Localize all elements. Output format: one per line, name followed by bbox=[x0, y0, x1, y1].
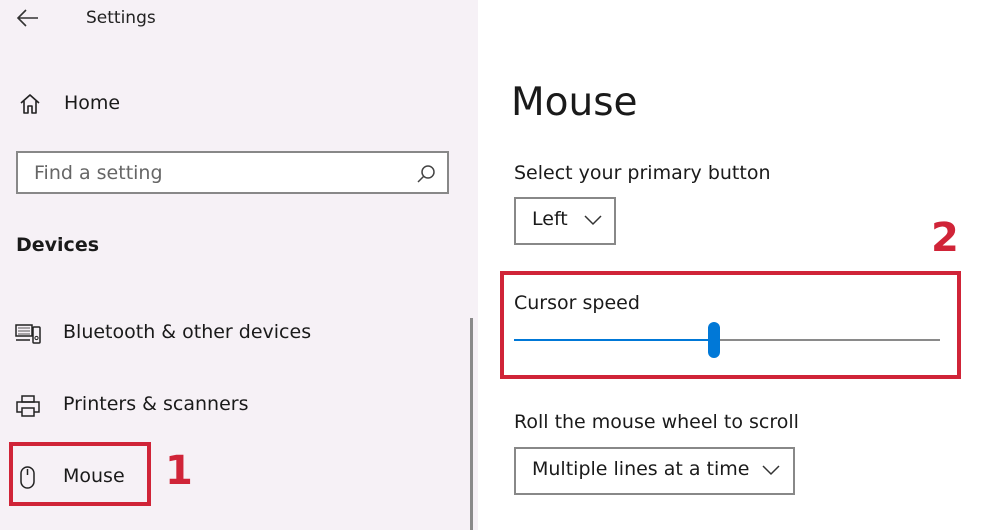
primary-button-dropdown[interactable]: Left bbox=[514, 197, 616, 245]
search-box bbox=[16, 151, 449, 194]
chevron-down-icon bbox=[584, 215, 602, 226]
scroll-wheel-dropdown[interactable]: Multiple lines at a time bbox=[514, 447, 795, 495]
search-icon[interactable] bbox=[415, 163, 437, 185]
section-heading: Devices bbox=[16, 234, 100, 256]
marker-1: 1 bbox=[165, 448, 193, 494]
slider-fill bbox=[514, 339, 714, 341]
page-title: Mouse bbox=[511, 80, 638, 125]
marker-2: 2 bbox=[931, 215, 959, 261]
home-link[interactable]: Home bbox=[64, 92, 120, 114]
window-title: Settings bbox=[86, 8, 156, 28]
dropdown-value: Left bbox=[532, 208, 568, 230]
sidebar-scrollbar[interactable] bbox=[470, 318, 473, 530]
scroll-wheel-label: Roll the mouse wheel to scroll bbox=[514, 411, 799, 433]
bluetooth-devices-icon bbox=[15, 324, 41, 344]
home-icon[interactable] bbox=[18, 92, 42, 116]
printer-icon bbox=[16, 395, 40, 417]
mouse-settings-page: Mouse Select your primary button Left 2 … bbox=[478, 0, 996, 530]
slider-thumb[interactable] bbox=[708, 322, 720, 358]
chevron-down-icon bbox=[762, 465, 780, 476]
sidebar-item-label: Bluetooth & other devices bbox=[63, 321, 312, 343]
back-arrow-icon[interactable] bbox=[14, 6, 42, 30]
dropdown-value: Multiple lines at a time bbox=[532, 458, 750, 480]
settings-sidebar: Settings Home Devices Bluetooth & other … bbox=[0, 0, 478, 530]
cursor-speed-label: Cursor speed bbox=[514, 292, 640, 314]
cursor-speed-slider[interactable] bbox=[514, 322, 940, 362]
search-input[interactable] bbox=[34, 161, 404, 185]
primary-button-label: Select your primary button bbox=[514, 162, 771, 184]
sidebar-item-bluetooth[interactable]: Bluetooth & other devices bbox=[0, 309, 470, 359]
sidebar-item-printers[interactable]: Printers & scanners bbox=[0, 381, 470, 431]
highlight-box-1 bbox=[9, 442, 151, 506]
sidebar-item-label: Printers & scanners bbox=[63, 393, 249, 415]
